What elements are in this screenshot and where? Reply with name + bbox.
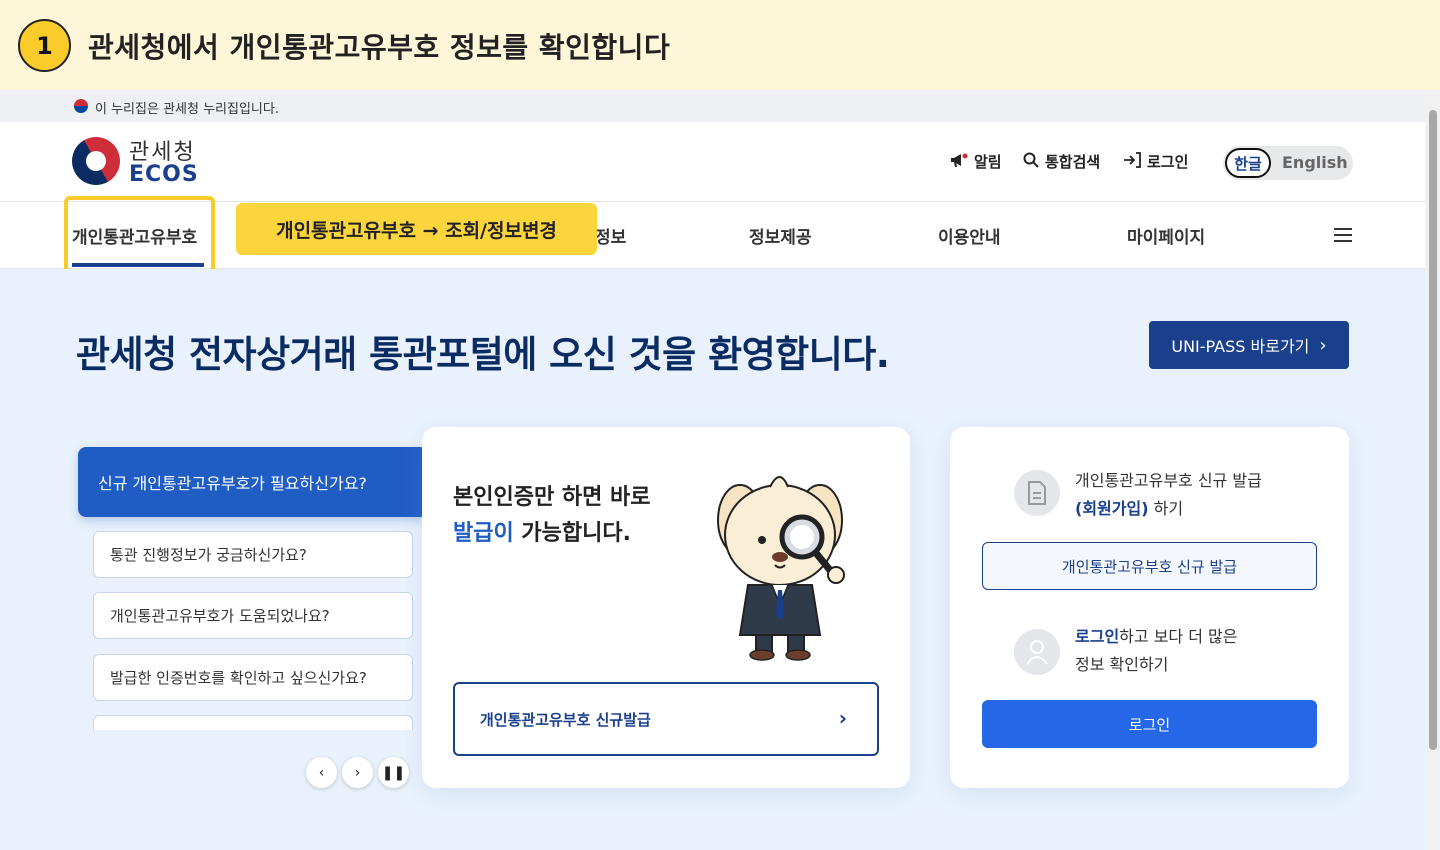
gnb-item-mypage[interactable]: 마이페이지: [1127, 223, 1205, 248]
alarm-link[interactable]: 알림: [950, 151, 1002, 172]
login-description: 로그인하고 보다 더 많은 정보 확인하기: [1075, 623, 1237, 679]
login-strong-text: 로그인: [1075, 627, 1120, 646]
gov-notice-text: 이 누리집은 관세청 누리집입니다.: [95, 102, 279, 117]
instruction-title: 관세청에서 개인통관고유부호 정보를 확인합니다: [88, 31, 671, 64]
new-issue-signup-button[interactable]: 개인통관고유부호 신규 발급: [982, 542, 1317, 590]
tab-feedback[interactable]: 개인통관고유부호가 도움되었나요?: [93, 592, 413, 639]
chevron-left-icon: ‹: [318, 764, 325, 781]
document-icon: [1014, 470, 1060, 516]
instruction-banner: 1 관세청에서 개인통관고유부호 정보를 확인합니다: [0, 0, 1440, 90]
issue-promo-card: 본인인증만 하면 바로 발급이 가능합니다. 개인통관고유부호 신규발급 ›: [422, 427, 910, 788]
taegeuk-icon: [74, 99, 88, 113]
unipass-button[interactable]: UNI-PASS 바로가기 ›: [1149, 321, 1349, 369]
issue-text-line-1: 개인통관고유부호 신규 발급: [1075, 471, 1262, 490]
pause-icon: ❚❚: [381, 764, 406, 781]
issue-text-line-2: (회원가입) 하기: [1075, 495, 1262, 523]
user-icon: [1014, 629, 1060, 675]
unipass-button-label: UNI-PASS 바로가기: [1171, 337, 1310, 356]
gnb-item-info-service[interactable]: 정보제공: [749, 223, 812, 248]
slide-next-button[interactable]: ›: [342, 757, 373, 788]
gnb-item-guide[interactable]: 이용안내: [938, 223, 1001, 248]
chevron-right-icon: ›: [838, 706, 847, 730]
issue-description: 개인통관고유부호 신규 발급 (회원가입) 하기: [1075, 467, 1262, 523]
tab-verify-code[interactable]: 발급한 인증번호를 확인하고 싶으신가요?: [93, 654, 413, 701]
lang-korean-option[interactable]: 한글: [1225, 148, 1271, 178]
hero-section: 관세청 전자상거래 통관포털에 오신 것을 환영합니다. UNI-PASS 바로…: [0, 269, 1425, 850]
integrated-search-link[interactable]: 통합검색: [1023, 151, 1100, 172]
slide-prev-button[interactable]: ‹: [306, 757, 337, 788]
hero-title: 관세청 전자상거래 통관포털에 오신 것을 환영합니다.: [76, 333, 890, 376]
tab-customs-progress[interactable]: 통관 진행정보가 궁금하신가요?: [93, 531, 413, 578]
tab-partial-item[interactable]: [93, 715, 413, 730]
alarm-label: 알림: [974, 153, 1002, 171]
site-header: 관세청 ECOS 알림 통합검색 로그인 한글 English: [0, 122, 1425, 202]
login-label: 로그인: [1147, 153, 1189, 171]
tab-new-code[interactable]: 신규 개인통관고유부호가 필요하신가요?: [78, 447, 428, 517]
chevron-right-icon: ›: [1319, 334, 1327, 356]
slide-pause-button[interactable]: ❚❚: [378, 757, 409, 788]
mascot-dog-illustration: [717, 476, 845, 661]
gov-notice-strip: 이 누리집은 관세청 누리집입니다.: [0, 90, 1425, 122]
new-issue-button-label: 개인통관고유부호 신규발급: [480, 710, 651, 729]
language-toggle[interactable]: 한글 English: [1223, 146, 1353, 180]
signup-rest-text: 하기: [1148, 499, 1184, 518]
login-button[interactable]: 로그인: [982, 700, 1317, 748]
promo-line-2: 발급이 가능합니다.: [453, 515, 631, 547]
customs-logo-icon[interactable]: [72, 137, 120, 185]
login-arrow-icon: [1123, 151, 1141, 172]
hamburger-menu-icon[interactable]: [1334, 228, 1352, 242]
page-scrollbar[interactable]: [1425, 90, 1440, 850]
search-label: 통합검색: [1045, 153, 1101, 171]
login-rest-text: 하고 보다 더 많은: [1119, 627, 1238, 646]
chevron-right-icon: ›: [354, 764, 361, 781]
promo-accent-text: 발급이: [453, 521, 514, 546]
login-text-line-1: 로그인하고 보다 더 많은: [1075, 623, 1237, 651]
search-icon: [1023, 152, 1039, 172]
gnb-item-info[interactable]: 정보: [595, 223, 626, 248]
highlight-box: [64, 196, 215, 274]
browser-viewport: 이 누리집은 관세청 누리집입니다. 관세청 ECOS 알림 통합검색 로그인 …: [0, 90, 1425, 850]
logo-text-english[interactable]: ECOS: [129, 162, 199, 187]
new-issue-button[interactable]: 개인통관고유부호 신규발급 ›: [453, 682, 879, 756]
scrollbar-thumb[interactable]: [1429, 110, 1437, 750]
megaphone-icon: [950, 152, 968, 172]
navigation-callout: 개인통관고유부호 → 조회/정보변경: [236, 203, 597, 255]
promo-rest-text: 가능합니다.: [513, 521, 631, 546]
quick-actions-card: 개인통관고유부호 신규 발급 (회원가입) 하기 개인통관고유부호 신규 발급 …: [950, 427, 1349, 788]
step-number-badge: 1: [18, 19, 71, 72]
login-text-line-2: 정보 확인하기: [1075, 655, 1169, 674]
promo-line-1: 본인인증만 하면 바로: [453, 485, 651, 510]
header-login-link[interactable]: 로그인: [1123, 151, 1188, 172]
main-navigation: 개인통관고유부호 정보 정보제공 이용안내 마이페이지: [0, 196, 1425, 274]
lang-english-option[interactable]: English: [1282, 153, 1348, 172]
signup-strong-text: (회원가입): [1075, 499, 1149, 518]
